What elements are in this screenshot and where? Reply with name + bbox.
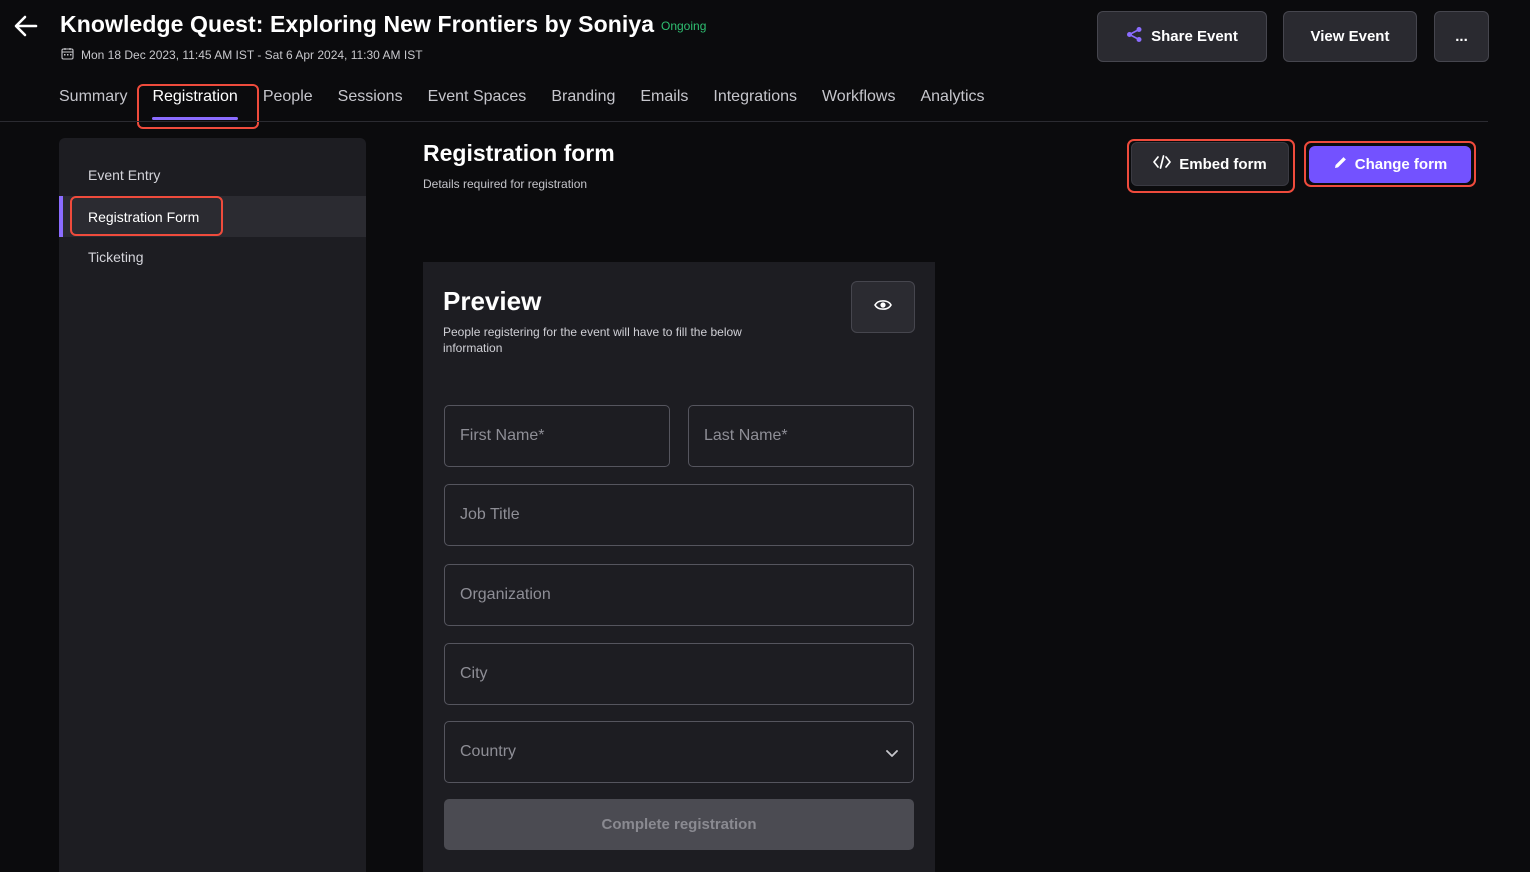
sidebar-item-event-entry[interactable]: Event Entry [59,154,366,195]
sidebar-item-label: Ticketing [88,248,144,265]
tab-label: Integrations [713,88,797,105]
status-badge: Ongoing [661,19,707,33]
complete-registration-button[interactable]: Complete registration [444,799,914,850]
job-title-placeholder: Job Title [460,506,520,523]
last-name-field[interactable]: Last Name* [688,405,914,467]
tab-emails[interactable]: Emails [640,88,688,106]
sidebar-item-label: Registration Form [88,208,200,225]
calendar-icon [61,47,74,63]
first-name-field[interactable]: First Name* [444,405,670,467]
tab-people[interactable]: People [263,88,313,106]
active-tab-indicator [152,117,238,120]
tab-analytics[interactable]: Analytics [920,88,984,106]
sidebar-item-ticketing[interactable]: Ticketing [59,236,366,277]
tab-label: Analytics [920,88,985,105]
main-tabs: Summary Registration People Sessions Eve… [59,88,1010,120]
form-preview-panel: Preview People registering for the event… [423,262,935,872]
toggle-preview-button[interactable] [851,281,915,333]
header-divider [0,121,1488,122]
tab-label: People [262,88,313,105]
chevron-down-icon [885,746,899,760]
event-date-range: Mon 18 Dec 2023, 11:45 AM IST - Sat 6 Ap… [61,47,423,63]
section-subtitle: Details required for registration [423,177,588,191]
change-form-button[interactable]: Change form [1309,146,1471,183]
more-options-button[interactable]: ... [1434,11,1489,62]
pencil-icon [1333,155,1348,174]
more-options-label: ... [1455,28,1468,45]
preview-description: People registering for the event will ha… [443,325,742,355]
tab-workflows[interactable]: Workflows [822,88,896,106]
eye-icon [874,298,892,317]
organization-placeholder: Organization [460,586,551,603]
tab-label: Registration [152,88,238,105]
tab-event-spaces[interactable]: Event Spaces [428,88,527,106]
job-title-field[interactable]: Job Title [444,484,914,546]
last-name-placeholder: Last Name* [704,427,788,444]
tab-branding[interactable]: Branding [551,88,615,106]
tab-integrations[interactable]: Integrations [713,88,797,106]
tab-summary[interactable]: Summary [59,88,127,106]
complete-registration-label: Complete registration [601,816,757,833]
sidebar-item-registration-form[interactable]: Registration Form [59,196,366,237]
organization-field[interactable]: Organization [444,564,914,626]
sidebar-item-label: Event Entry [88,166,161,183]
settings-sidebar: Event Entry Registration Form Ticketing [59,138,366,872]
tab-label: Branding [551,88,616,105]
tab-label: Summary [59,88,128,105]
country-select[interactable]: Country [444,721,914,783]
share-icon [1126,26,1143,47]
event-title: Knowledge Quest: Exploring New Frontiers… [60,11,655,37]
city-placeholder: City [460,665,488,682]
tab-registration[interactable]: Registration [152,88,238,120]
embed-form-button[interactable]: Embed form [1131,142,1289,186]
tab-label: Sessions [337,88,403,105]
city-field[interactable]: City [444,643,914,705]
preview-title: Preview [443,286,542,316]
date-range-text: Mon 18 Dec 2023, 11:45 AM IST - Sat 6 Ap… [81,48,423,62]
tab-sessions[interactable]: Sessions [338,88,403,106]
share-event-button[interactable]: Share Event [1097,11,1267,62]
share-event-label: Share Event [1151,28,1238,45]
first-name-placeholder: First Name* [460,427,545,444]
tab-label: Emails [640,88,689,105]
change-form-label: Change form [1354,156,1448,173]
country-placeholder: Country [460,743,517,760]
section-title: Registration form [423,140,615,166]
view-event-label: View Event [1310,28,1390,45]
code-icon [1153,154,1172,174]
embed-form-label: Embed form [1179,155,1267,173]
view-event-button[interactable]: View Event [1283,11,1417,62]
back-arrow-icon[interactable] [12,12,40,40]
tab-label: Event Spaces [427,88,527,105]
tab-label: Workflows [821,88,896,105]
